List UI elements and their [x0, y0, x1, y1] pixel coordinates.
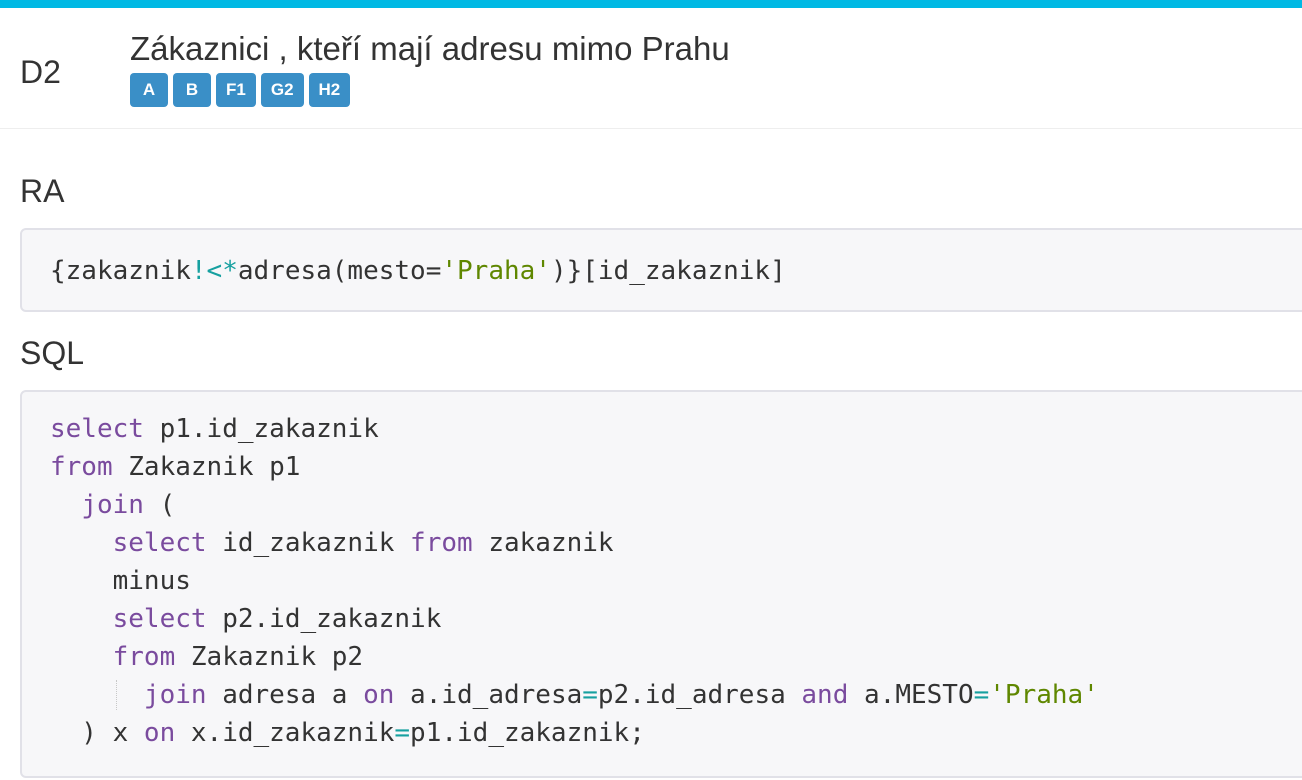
code-text: adresa(mesto= — [237, 256, 442, 286]
tag-badge[interactable]: B — [173, 73, 211, 107]
code-text: ) x — [50, 718, 144, 748]
tag-badge[interactable]: A — [130, 73, 168, 107]
code-operator: = — [582, 680, 598, 710]
code-line: {zakaznik!<*adresa(mesto='Praha')}[id_za… — [50, 252, 1302, 290]
code-keyword: from — [410, 528, 473, 558]
top-accent-bar — [0, 0, 1302, 8]
code-line: from Zakaznik p1 — [50, 448, 1302, 486]
code-keyword: from — [50, 452, 113, 482]
code-line: from Zakaznik p2 — [50, 638, 1302, 676]
sql-code-block[interactable]: select p1.id_zakaznik from Zakaznik p1 j… — [20, 390, 1302, 778]
task-title: Zákaznici , kteří mají adresu mimo Prahu — [130, 30, 730, 67]
code-text: )}[id_zakaznik] — [550, 256, 786, 286]
task-id: D2 — [20, 54, 61, 90]
code-keyword: select — [112, 528, 207, 558]
ra-code-block[interactable]: {zakaznik!<*adresa(mesto='Praha')}[id_za… — [20, 228, 1302, 312]
code-string: 'Praha' — [989, 680, 1099, 710]
code-keyword: join — [143, 680, 207, 710]
code-operator: = — [973, 680, 990, 710]
tag-badge[interactable]: G2 — [260, 73, 304, 107]
code-keyword: select — [112, 604, 207, 634]
code-text: x.id_zakaznik — [175, 718, 395, 748]
code-text: minus — [50, 566, 191, 596]
code-text: id_zakaznik — [206, 528, 411, 558]
code-line: minus — [50, 562, 1302, 600]
code-keyword: select — [50, 414, 144, 444]
code-text: {zakaznik — [50, 256, 191, 286]
code-line: join adresa a on a.id_adresa=p2.id_adres… — [50, 676, 1302, 714]
tag-badge[interactable]: H2 — [308, 73, 351, 107]
code-keyword: on — [363, 680, 395, 710]
code-text: p1.id_zakaznik — [143, 414, 379, 444]
code-line: select p1.id_zakaznik — [50, 410, 1302, 448]
code-keyword: and — [801, 680, 849, 710]
code-keyword: on — [143, 718, 176, 748]
sql-section-label: SQL — [20, 335, 85, 371]
task-header: D2 Zákaznici , kteří mají adresu mimo Pr… — [0, 8, 1302, 129]
indent-guide — [116, 680, 117, 710]
code-text: adresa a — [206, 680, 364, 710]
tag-badge[interactable]: F1 — [216, 73, 256, 107]
code-line: ) x on x.id_zakaznik=p1.id_zakaznik; — [50, 714, 1302, 752]
code-operator: !<* — [190, 256, 238, 286]
code-text: p1.id_zakaznik; — [410, 718, 645, 748]
code-text: ( — [143, 490, 176, 520]
code-line: select id_zakaznik from zakaznik — [50, 524, 1302, 562]
code-text: zakaznik — [472, 528, 614, 558]
code-text: p2.id_zakaznik — [206, 604, 442, 634]
code-text: Zakaznik p1 — [112, 452, 301, 482]
code-keyword: join — [81, 490, 144, 520]
code-string: 'Praha' — [441, 256, 551, 286]
code-line: select p2.id_zakaznik — [50, 600, 1302, 638]
code-text: Zakaznik p2 — [175, 642, 364, 672]
code-keyword: from — [112, 642, 176, 672]
code-text: p2.id_adresa — [597, 680, 802, 710]
code-line: join ( — [50, 486, 1302, 524]
code-text: a.id_adresa — [394, 680, 583, 710]
tag-list: A B F1 G2 H2 — [130, 73, 351, 107]
code-text: a.MESTO — [848, 680, 974, 710]
code-operator: = — [394, 718, 411, 748]
ra-section-label: RA — [20, 173, 65, 209]
